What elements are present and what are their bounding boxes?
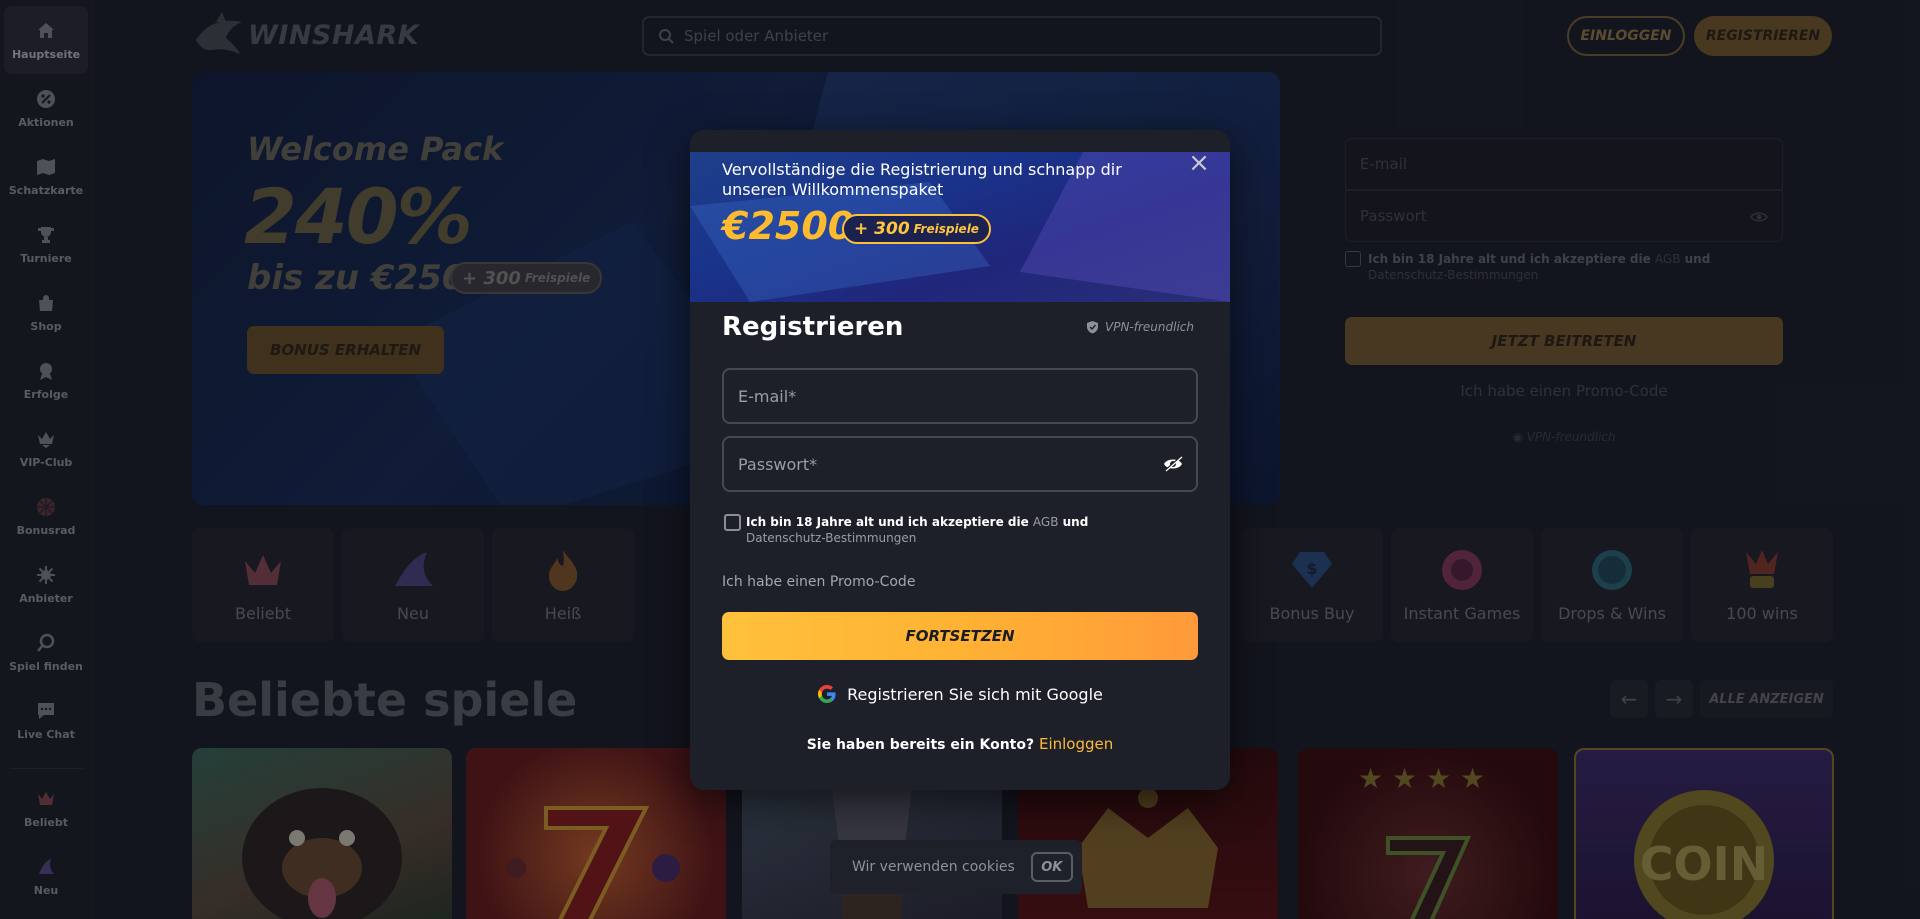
modal-bonus-amount: €2500 [722,204,855,248]
modal-header-text: Vervollständige die Registrierung und sc… [722,160,1122,199]
existing-account-text: Sie haben bereits ein Konto? Einloggen [806,735,1114,753]
google-icon [818,685,836,703]
cookie-ok-button[interactable]: OK [1030,852,1073,882]
modal-spins-badge: + 300 Freispiele [842,214,991,244]
terms-text: Ich bin 18 Jahre alt und ich akzeptiere … [746,515,1089,545]
spins-amount: + 300 [854,219,910,239]
login-link[interactable]: Einloggen [1039,735,1113,753]
cookie-bar: Wir verwenden cookies OK [830,840,1082,894]
promo-code-link[interactable]: Ich habe einen Promo-Code [722,574,915,590]
shield-icon [1087,321,1098,334]
vpn-label: VPN-freundlich [1086,320,1194,334]
email-input[interactable] [738,386,1158,406]
close-icon[interactable]: × [1186,150,1212,176]
agb-link[interactable]: AGB [1033,515,1059,529]
password-field[interactable] [722,436,1198,492]
cookie-text: Wir verwenden cookies [852,859,1015,875]
eye-hidden-icon[interactable] [1162,454,1184,474]
privacy-link[interactable]: Datenschutz-Bestimmungen [746,531,916,545]
registration-modal: Vervollständige die Registrierung und sc… [690,130,1230,790]
terms-checkbox[interactable] [724,514,741,531]
modal-title: Registrieren [722,312,904,342]
spins-label: Freispiele [913,222,979,236]
password-input[interactable] [738,454,1158,474]
email-field[interactable] [722,368,1198,424]
google-signup-button[interactable]: Registrieren Sie sich mit Google [690,684,1230,704]
continue-button[interactable]: FORTSETZEN [722,612,1198,660]
